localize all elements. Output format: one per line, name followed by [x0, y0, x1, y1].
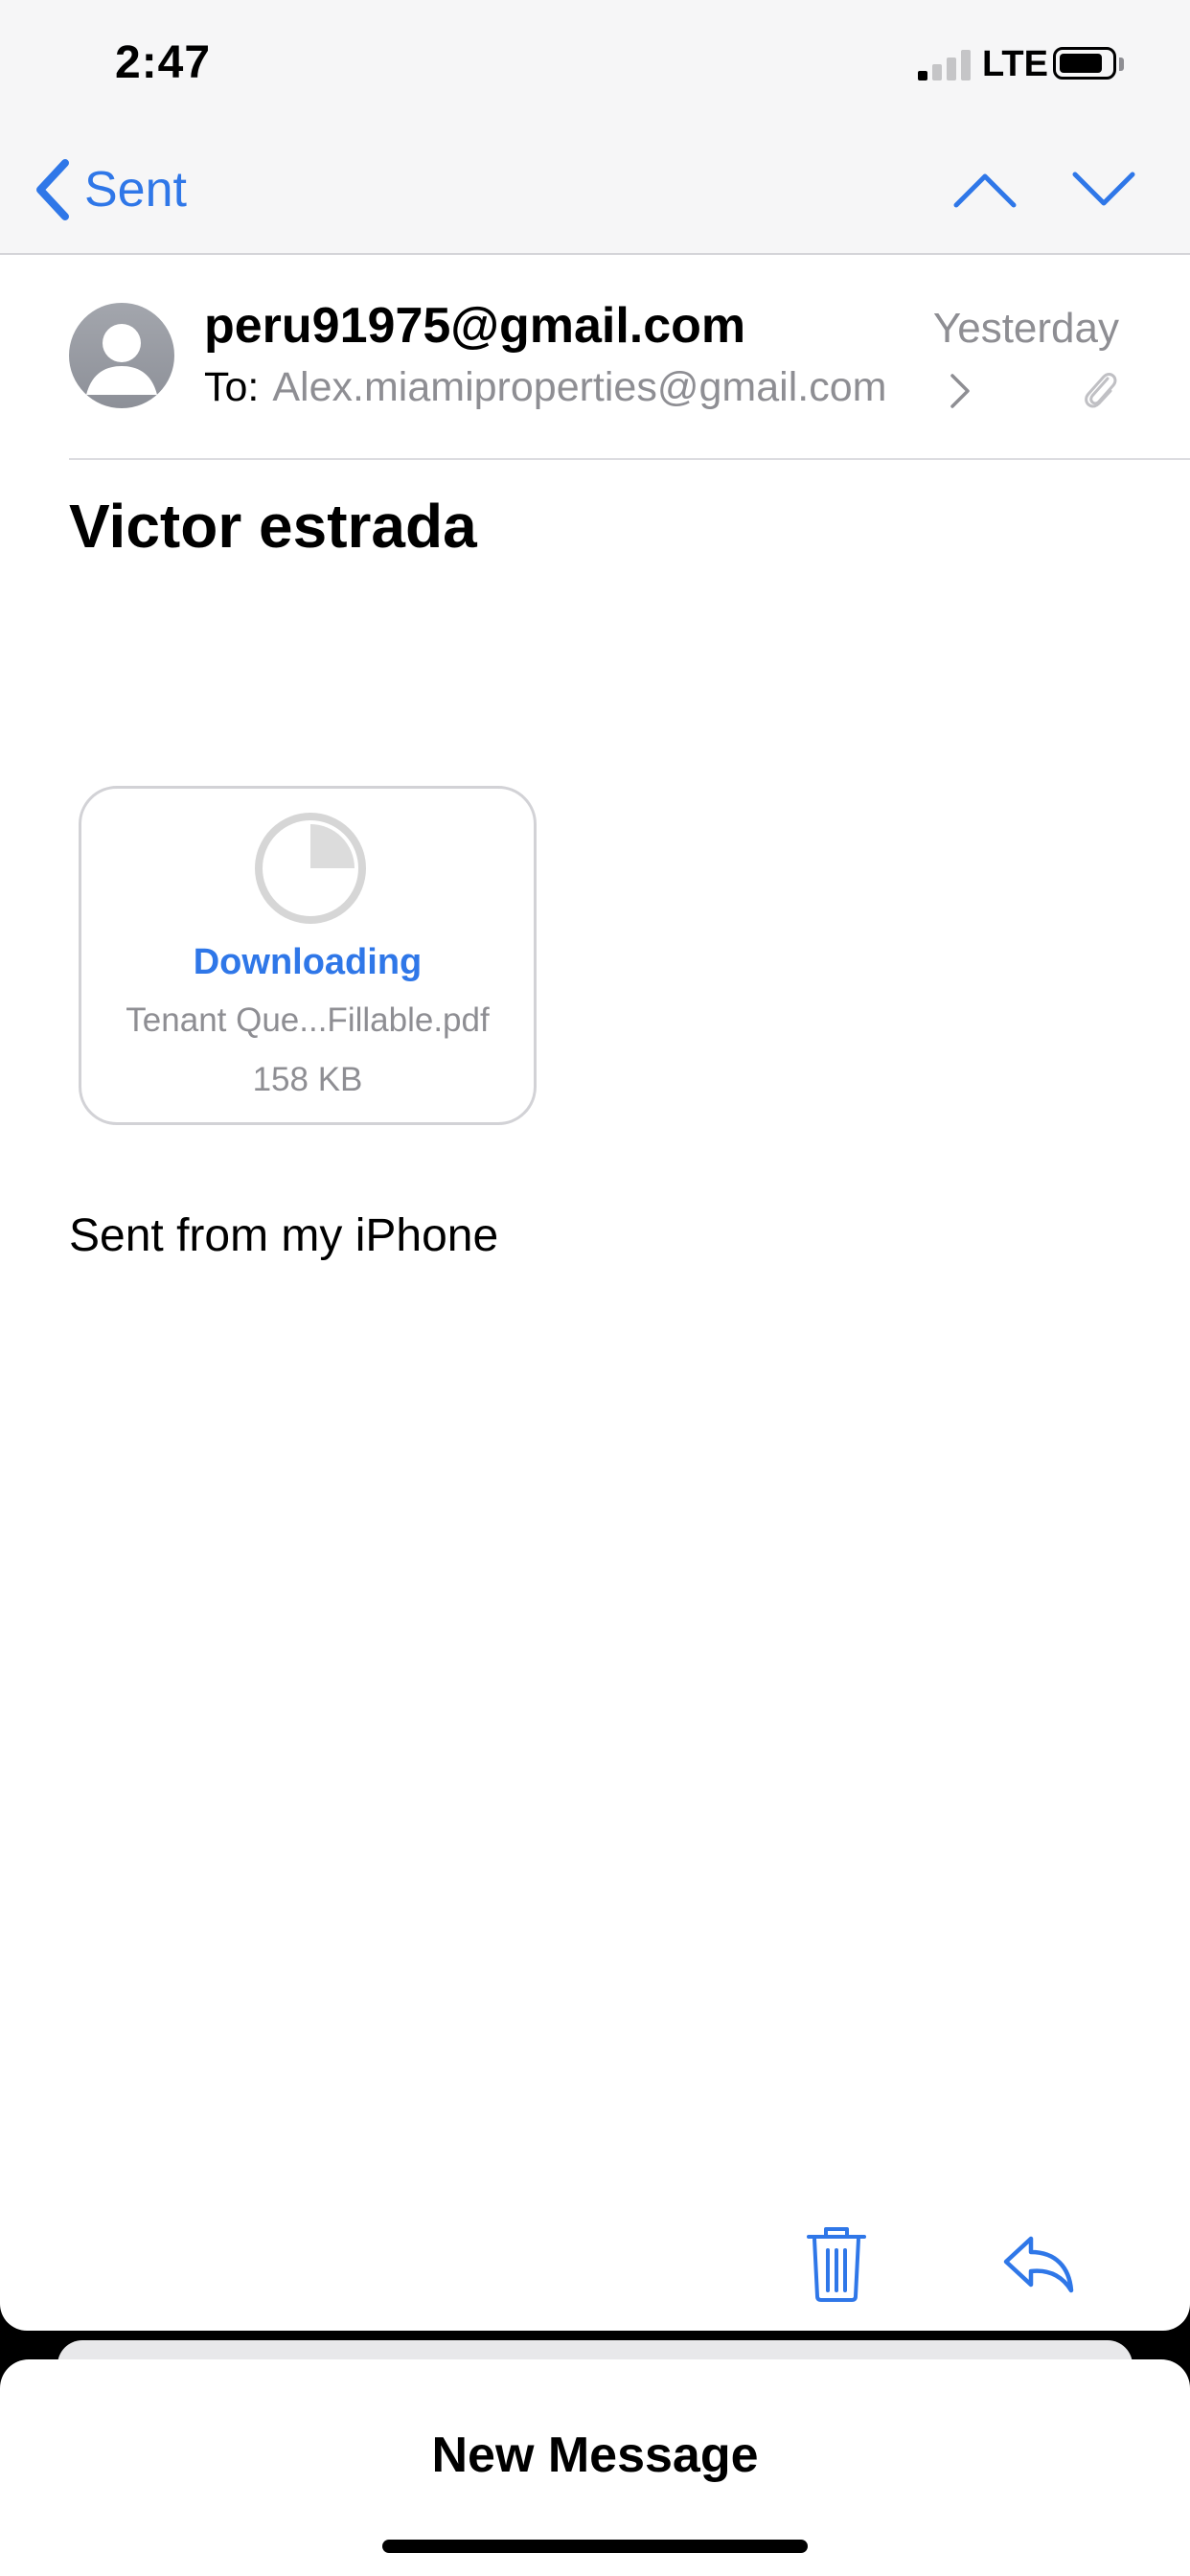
message-subject: Victor estrada [69, 492, 477, 561]
trash-icon [807, 2227, 866, 2302]
chevron-up-icon [953, 173, 1017, 208]
recipient-address: Alex.miamiproperties@gmail.com [272, 364, 887, 410]
avatar[interactable] [69, 303, 174, 408]
previous-message-button[interactable] [950, 159, 1019, 220]
chevron-down-icon [1072, 172, 1135, 206]
message-signature: Sent from my iPhone [69, 1210, 499, 1261]
trash-button[interactable] [803, 2225, 870, 2302]
reply-button[interactable] [1002, 2233, 1075, 2294]
to-label: To: [204, 364, 260, 410]
recipient-line[interactable]: To: Alex.miamiproperties@gmail.com [204, 364, 886, 411]
attachment-card[interactable]: Downloading Tenant Que...Fillable.pdf 15… [79, 786, 537, 1125]
signal-strength-icon [918, 50, 972, 80]
network-type: LTE [982, 44, 1048, 84]
back-label: Sent [84, 162, 187, 218]
mail-view: 2:47 LTE Sent peru91975@gmail.com Yester… [0, 0, 1190, 2331]
chevron-left-icon [36, 159, 69, 220]
new-message-draft-sheet[interactable]: New Message [0, 2359, 1190, 2576]
chevron-right-icon[interactable] [949, 372, 972, 410]
navigation-bar: 2:47 LTE Sent [0, 0, 1190, 255]
person-icon [86, 324, 157, 395]
back-button[interactable]: Sent [34, 155, 187, 224]
battery-icon [1053, 47, 1116, 80]
attachment-file-size: 158 KB [252, 1061, 363, 1098]
sender-address[interactable]: peru91975@gmail.com [204, 297, 745, 355]
download-progress-icon [255, 813, 366, 924]
header-divider [69, 458, 1190, 460]
new-message-title: New Message [431, 2427, 759, 2483]
next-message-button[interactable] [1069, 159, 1138, 220]
message-date: Yesterday [932, 305, 1119, 352]
status-time: 2:47 [115, 37, 212, 88]
home-indicator[interactable] [382, 2540, 808, 2553]
attachment-file-name: Tenant Que...Fillable.pdf [126, 1001, 490, 1039]
attachment-status: Downloading [193, 942, 423, 982]
battery-tip [1119, 58, 1124, 71]
reply-icon [1003, 2236, 1074, 2293]
paperclip-icon [1085, 372, 1117, 408]
screen: 2:47 LTE Sent peru91975@gmail.com Yester… [0, 0, 1190, 2576]
